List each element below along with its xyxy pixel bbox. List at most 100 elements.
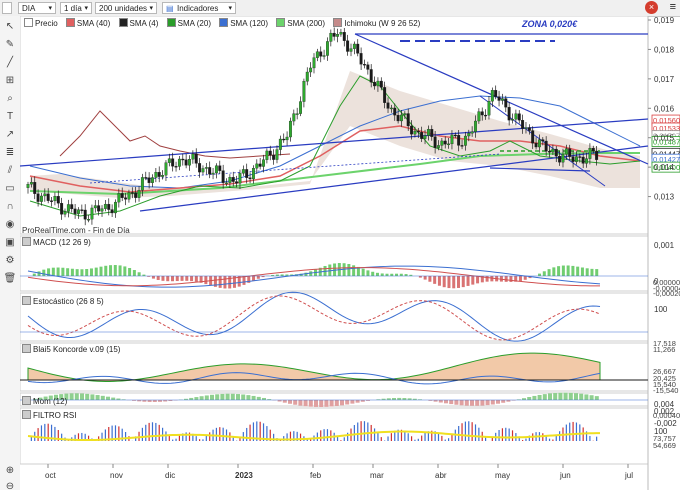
candle-body <box>508 107 511 120</box>
macd-histogram-bar <box>161 276 164 281</box>
legend-label: SMA (200) <box>287 19 325 28</box>
macd-histogram-bar <box>381 273 384 276</box>
arrow-icon[interactable]: ↗ <box>3 128 17 142</box>
macd-histogram-bar <box>590 269 593 276</box>
rsi-legend[interactable]: FILTRO RSI <box>22 410 76 421</box>
app-icon[interactable] <box>2 2 12 14</box>
period-label: 1 día <box>64 4 82 13</box>
candle-body <box>171 159 174 167</box>
legend-item[interactable]: Ichimoku (W 9 26 52) <box>333 18 420 29</box>
candle-body <box>37 194 40 202</box>
candle-body <box>464 136 467 145</box>
pencil-icon[interactable]: ✎ <box>3 38 17 52</box>
zoom-in-icon[interactable]: ⊕ <box>3 464 17 478</box>
candle-body <box>451 135 454 144</box>
macd-histogram-bar <box>467 276 470 286</box>
candle-body <box>545 141 548 151</box>
candle-body <box>457 135 460 145</box>
momentum-bar <box>205 395 209 400</box>
macd-histogram-bar <box>352 265 355 276</box>
candle-body <box>589 148 592 158</box>
price-axis-label: 0,017 <box>654 75 675 84</box>
text-icon[interactable]: T <box>3 110 17 124</box>
channel-icon[interactable]: ⫽ <box>3 164 17 178</box>
indicators-button[interactable]: ▤Indicadores▾ <box>162 2 236 14</box>
zoom-out-icon[interactable]: ⊖ <box>3 480 17 494</box>
units-selector[interactable]: 200 unidades▾ <box>95 2 157 14</box>
macd-histogram-bar <box>185 276 188 281</box>
candle-body <box>151 178 154 183</box>
candle-body <box>232 177 235 181</box>
candle-body <box>535 143 538 147</box>
candle-body <box>279 139 282 150</box>
candle-body <box>343 32 346 40</box>
shape-icon[interactable]: ▭ <box>3 182 17 196</box>
panel-tag: -0,00020 <box>653 289 680 298</box>
macd-legend[interactable]: MACD (12 26 9) <box>22 237 91 248</box>
candle-body <box>245 169 248 177</box>
candle-body <box>91 208 94 219</box>
legend-item[interactable]: SMA (120) <box>219 18 268 29</box>
measure-icon[interactable]: ⊞ <box>3 74 17 88</box>
menu-icon[interactable]: ≡ <box>670 1 676 14</box>
legend-item[interactable]: SMA (200) <box>276 18 325 29</box>
momentum-bar <box>579 394 583 400</box>
price-axis-label: 0,014 <box>654 163 675 172</box>
macd-histogram-bar <box>181 276 184 281</box>
fibonacci-icon[interactable]: ≣ <box>3 146 17 160</box>
momentum-bar <box>293 400 297 405</box>
momentum-legend[interactable]: Mom (12) <box>22 396 67 407</box>
momentum-bar <box>501 400 505 403</box>
candle-body <box>101 209 104 212</box>
stochastic-legend[interactable]: Estocástico (26 8 5) <box>22 296 104 307</box>
candle-body <box>97 206 100 212</box>
candle-body <box>161 175 164 176</box>
price-axis-label: 0,019 <box>654 16 675 25</box>
chart-canvas[interactable]: 0,015600,015330,015070,014870,014470,014… <box>20 16 680 490</box>
candle-body <box>272 155 275 160</box>
period-selector[interactable]: 1 día▾ <box>60 2 92 14</box>
zoom-icon[interactable]: ⌕ <box>3 92 17 106</box>
line-icon[interactable]: ╱ <box>3 56 17 70</box>
legend-item[interactable]: SMA (20) <box>167 18 211 29</box>
macd-histogram-bar <box>386 274 389 276</box>
candle-body <box>474 121 477 132</box>
macd-histogram-bar <box>562 266 565 276</box>
macd-histogram-bar <box>505 276 508 282</box>
candle-body <box>195 154 198 163</box>
momentum-bar <box>96 395 100 400</box>
eye-icon[interactable]: ◉ <box>3 218 17 232</box>
settings-icon[interactable]: ⚙ <box>3 254 17 268</box>
legend-item[interactable]: SMA (40) <box>66 18 110 29</box>
magnet-icon[interactable]: ∩ <box>3 200 17 214</box>
lock-icon[interactable]: ▣ <box>3 236 17 250</box>
trash-icon[interactable]: 🗑 <box>3 272 17 286</box>
momentum-label: Mom (12) <box>33 397 67 406</box>
macd-histogram-bar <box>104 266 107 276</box>
candle-body <box>70 204 73 208</box>
symbol-selector[interactable]: DIA▾ <box>18 2 56 14</box>
candle-body <box>67 204 70 211</box>
close-icon[interactable]: × <box>645 1 658 14</box>
macd-histogram-bar <box>252 276 255 281</box>
koncorde-legend[interactable]: Blai5 Koncorde v.09 (15) <box>22 344 120 355</box>
macd-histogram-bar <box>90 268 93 276</box>
cursor-icon[interactable]: ↖ <box>3 20 17 34</box>
candle-body <box>552 149 555 152</box>
legend-item[interactable]: SMA (4) <box>119 18 159 29</box>
legend-swatch <box>22 396 31 405</box>
momentum-bar <box>595 396 599 400</box>
candle-body <box>424 136 427 139</box>
candle-body <box>306 72 309 81</box>
candle-body <box>259 164 262 167</box>
legend-item[interactable]: Precio <box>24 18 58 29</box>
time-axis-label: may <box>495 471 510 480</box>
candle-body <box>27 184 30 188</box>
momentum-bar <box>194 397 198 400</box>
momentum-bar <box>298 400 302 406</box>
macd-histogram-bar <box>433 276 436 284</box>
time-axis-label: 2023 <box>235 471 253 480</box>
legend-swatch <box>66 18 75 27</box>
candle-body <box>155 172 158 177</box>
momentum-bar <box>241 394 245 400</box>
